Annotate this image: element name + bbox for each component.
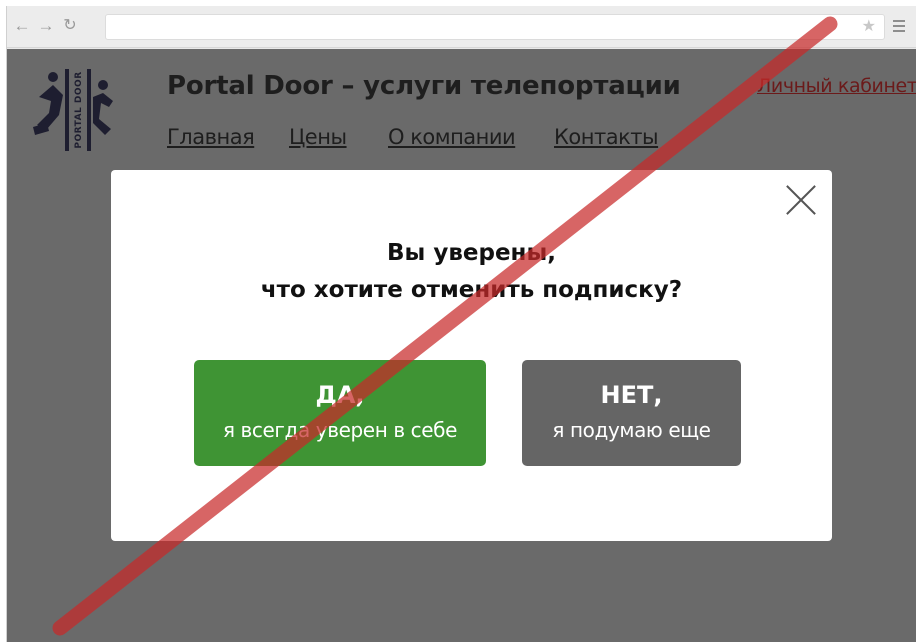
yes-button-title: ДА, (315, 381, 365, 409)
address-bar[interactable]: ★ (105, 14, 885, 40)
close-icon[interactable] (785, 184, 817, 216)
nav-item-contacts[interactable]: Контакты (554, 125, 659, 149)
hamburger-menu-icon[interactable] (891, 17, 907, 35)
page-content: PORTAL DOOR Portal Door – услуги телепор… (7, 49, 916, 642)
confirm-yes-button[interactable]: ДА, я всегда уверен в себе (194, 360, 486, 466)
yes-button-subtitle: я всегда уверен в себе (222, 418, 458, 442)
confirm-no-button[interactable]: НЕТ, я подумаю еще (522, 360, 741, 466)
modal-question: Вы уверены, что хотите отменить подписку… (111, 235, 832, 309)
confirm-modal: Вы уверены, что хотите отменить подписку… (111, 170, 832, 541)
nav-item-prices[interactable]: Цены (289, 125, 347, 149)
back-arrow-icon[interactable]: ← (13, 16, 31, 36)
no-button-title: НЕТ, (600, 381, 663, 409)
personal-account-link[interactable]: Личный кабинет (757, 75, 916, 97)
star-icon[interactable]: ★ (862, 18, 876, 36)
forward-arrow-icon[interactable]: → (37, 16, 55, 36)
browser-window: ← → ↻ ★ PORTAL DOOR Portal Door – услуги… (6, 6, 916, 642)
nav-item-home[interactable]: Главная (167, 125, 255, 149)
portal-door-logo: PORTAL DOOR (33, 69, 113, 151)
question-line-1: Вы уверены, (387, 240, 556, 266)
site-title: Portal Door – услуги телепортации (167, 71, 681, 101)
question-line-2: что хотите отменить подписку? (260, 277, 683, 303)
svg-text:PORTAL DOOR: PORTAL DOOR (74, 71, 84, 148)
reload-icon[interactable]: ↻ (61, 16, 79, 36)
no-button-subtitle: я подумаю еще (552, 418, 711, 442)
nav-item-about[interactable]: О компании (388, 125, 516, 149)
browser-toolbar: ← → ↻ ★ (7, 6, 916, 48)
